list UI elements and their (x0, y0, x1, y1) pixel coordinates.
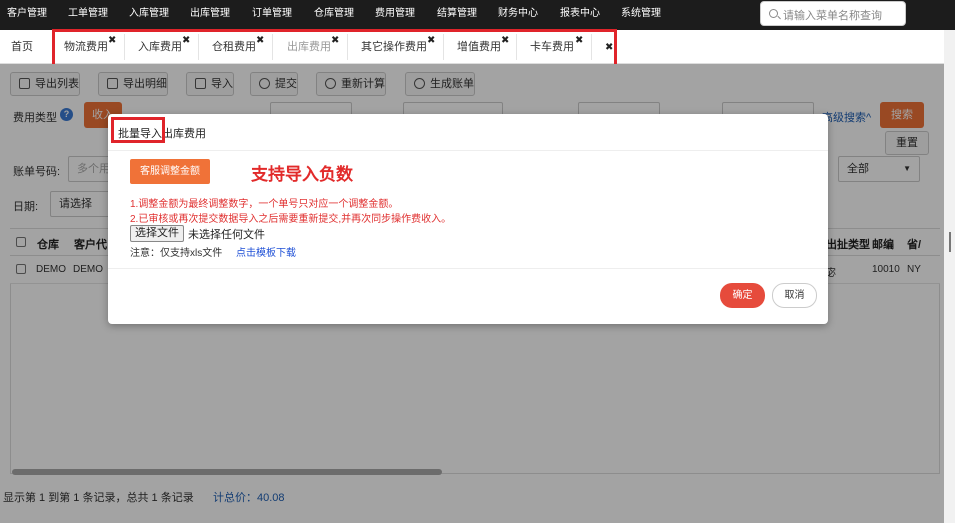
nav-inbound-mgmt[interactable]: 入库管理 (129, 0, 169, 30)
vertical-scrollbar[interactable] (944, 30, 955, 523)
batch-import-dialog: 批量导入出库费用 客服调整金额 支持导入负数 1.调整金额为最终调整数字，一个单… (108, 114, 828, 324)
import-note-2: 2.已审核或再次提交数据导入之后需要重新提交,并再次同步操作费收入。 (130, 214, 452, 225)
search-icon (769, 9, 778, 18)
confirm-button[interactable]: 确定 (720, 283, 765, 308)
top-nav: 客户管理 工单管理 入库管理 出库管理 订单管理 仓库管理 费用管理 结算管理 … (0, 0, 955, 30)
cancel-button[interactable]: 取消 (772, 283, 817, 308)
scrollbar-thumb[interactable] (949, 232, 951, 252)
customer-service-adjust-amount-button[interactable]: 客服调整金额 (130, 159, 210, 184)
dialog-divider (108, 150, 828, 151)
title-highlight-box (111, 117, 165, 143)
tabs-highlight-box (52, 29, 617, 67)
nav-system-mgmt[interactable]: 系统管理 (621, 0, 661, 30)
nav-customer-mgmt[interactable]: 客户管理 (7, 0, 47, 30)
menu-search-input[interactable]: 请输入菜单名称查询 (760, 1, 906, 26)
import-note-1: 1.调整金额为最终调整数字，一个单号只对应一个调整金额。 (130, 199, 399, 210)
dialog-title-outbound-fee: 出库费用 (162, 128, 206, 140)
nav-order-mgmt[interactable]: 订单管理 (252, 0, 292, 30)
tab-home[interactable]: 首页 (11, 30, 33, 64)
download-template-link[interactable]: 点击模板下载 (236, 244, 296, 259)
nav-finance-center[interactable]: 财务中心 (498, 0, 538, 30)
menu-search-placeholder: 请输入菜单名称查询 (783, 10, 882, 22)
nav-report-center[interactable]: 报表中心 (560, 0, 600, 30)
dialog-footer-divider (108, 268, 828, 269)
choose-file-button[interactable]: 选择文件 (130, 225, 184, 242)
file-status-text: 未选择任何文件 (188, 229, 265, 241)
support-negative-import-annotation: 支持导入负数 (251, 165, 353, 184)
nav-outbound-mgmt[interactable]: 出库管理 (190, 0, 230, 30)
nav-warehouse-mgmt[interactable]: 仓库管理 (314, 0, 354, 30)
nav-ticket-mgmt[interactable]: 工单管理 (68, 0, 108, 30)
nav-settlement-mgmt[interactable]: 结算管理 (437, 0, 477, 30)
nav-fee-mgmt[interactable]: 费用管理 (375, 0, 415, 30)
file-type-hint: 注意：仅支持xls文件 (130, 248, 223, 259)
